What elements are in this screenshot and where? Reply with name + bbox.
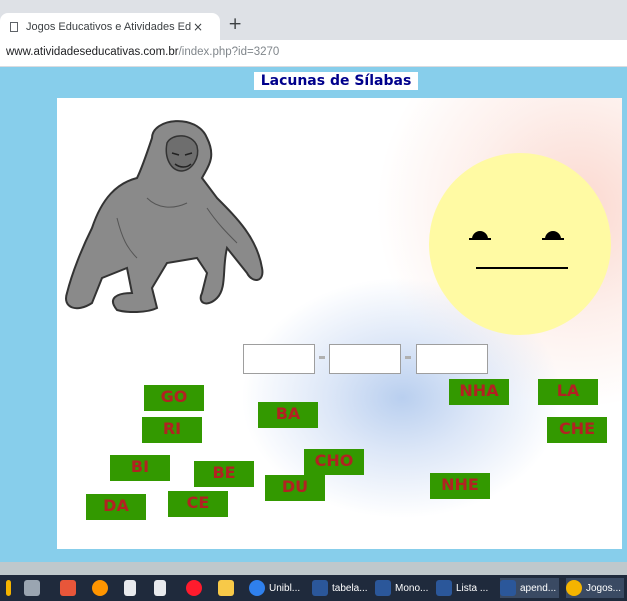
folder-icon bbox=[218, 580, 234, 596]
taskbar-app-icon[interactable] bbox=[218, 578, 234, 598]
slot-separator-1 bbox=[319, 356, 325, 359]
taskbar-app-icon[interactable] bbox=[92, 578, 108, 598]
right-eye-icon bbox=[542, 231, 564, 240]
game-title: Lacunas de Sílabas bbox=[254, 72, 418, 90]
syllable-tile-che[interactable]: CHE bbox=[547, 417, 607, 443]
page-content: Lacunas de Sílabas GO RI BI DA BE CE BA … bbox=[0, 67, 627, 575]
syllable-tile-go[interactable]: GO bbox=[144, 385, 204, 411]
word-icon bbox=[500, 580, 516, 596]
page-bottom-band bbox=[0, 562, 627, 575]
taskbar-item-jogos[interactable]: Jogos... bbox=[566, 578, 625, 598]
syllable-tile-du[interactable]: DU bbox=[265, 475, 325, 501]
browser-tab-bar: Jogos Educativos e Atividades Ed × + bbox=[0, 0, 627, 40]
sun-mouth bbox=[476, 267, 568, 269]
taskbar-label: Mono... bbox=[395, 582, 429, 594]
word-icon bbox=[436, 580, 452, 596]
slot-separator-2 bbox=[405, 356, 411, 359]
taskbar-item-unibl[interactable]: Unibl... bbox=[249, 578, 300, 598]
taskbar-item-lista[interactable]: Lista ... bbox=[436, 578, 488, 598]
address-bar[interactable]: www.atividadeseducativas.com.br/index.ph… bbox=[0, 40, 627, 67]
taskbar-label: apend... bbox=[520, 582, 557, 594]
url-path: /index.php?id=3270 bbox=[178, 46, 280, 58]
taskbar-label: tabela... bbox=[332, 582, 368, 594]
word-icon bbox=[375, 580, 391, 596]
word-icon bbox=[312, 580, 328, 596]
url-host: www.atividadeseducativas.com.br bbox=[6, 46, 179, 58]
syllable-tile-bi[interactable]: BI bbox=[110, 455, 170, 481]
taskbar-item-tabela[interactable]: tabela... bbox=[312, 578, 368, 598]
taskbar-label: Jogos... bbox=[586, 582, 622, 594]
syllable-tile-da[interactable]: DA bbox=[86, 494, 146, 520]
page-icon bbox=[10, 21, 18, 32]
sun-face-image bbox=[429, 153, 611, 335]
chrome-icon bbox=[566, 580, 582, 596]
syllable-tile-ri[interactable]: RI bbox=[142, 417, 202, 443]
syllable-tile-be[interactable]: BE bbox=[194, 461, 254, 487]
tab-title: Jogos Educativos e Atividades Ed bbox=[26, 20, 191, 33]
syllable-tile-nha[interactable]: NHA bbox=[449, 379, 509, 405]
opera-icon bbox=[186, 580, 202, 596]
syllable-tile-nhe[interactable]: NHE bbox=[430, 473, 490, 499]
document-icon bbox=[124, 580, 136, 596]
syllable-tile-la[interactable]: LA bbox=[538, 379, 598, 405]
antivirus-icon bbox=[60, 580, 76, 596]
new-tab-button[interactable]: + bbox=[228, 14, 242, 34]
taskbar-app-icon[interactable] bbox=[24, 578, 40, 598]
taskbar-app-icon[interactable] bbox=[60, 578, 76, 598]
browser-icon bbox=[249, 580, 265, 596]
taskbar-app-icon[interactable] bbox=[154, 578, 166, 598]
syllable-tile-cho[interactable]: CHO bbox=[304, 449, 364, 475]
url-text[interactable]: www.atividadeseducativas.com.br/index.ph… bbox=[6, 46, 279, 58]
taskbar-label: Unibl... bbox=[269, 582, 301, 594]
taskbar-app-icon[interactable] bbox=[6, 578, 11, 598]
document-icon bbox=[154, 580, 166, 596]
taskbar-label: Lista ... bbox=[456, 582, 489, 594]
os-taskbar: Unibl... tabela... Mono... Lista ... ape… bbox=[0, 575, 627, 601]
firefox-icon bbox=[92, 580, 108, 596]
taskbar-item-apend[interactable]: apend... bbox=[500, 578, 560, 598]
app-icon bbox=[6, 580, 11, 596]
gorilla-image bbox=[57, 98, 267, 320]
tab-close-icon[interactable]: × bbox=[193, 20, 203, 34]
left-eye-icon bbox=[469, 231, 491, 240]
browser-tab[interactable]: Jogos Educativos e Atividades Ed × bbox=[0, 13, 220, 40]
printer-icon bbox=[24, 580, 40, 596]
syllable-tile-ce[interactable]: CE bbox=[168, 491, 228, 517]
game-stage: GO RI BI DA BE CE BA CHO DU NHA LA CHE N… bbox=[57, 98, 622, 549]
answer-slot-1[interactable] bbox=[243, 344, 315, 374]
syllable-tile-ba[interactable]: BA bbox=[258, 402, 318, 428]
answer-slot-3[interactable] bbox=[416, 344, 488, 374]
taskbar-item-mono[interactable]: Mono... bbox=[375, 578, 428, 598]
answer-slot-2[interactable] bbox=[329, 344, 401, 374]
taskbar-app-icon[interactable] bbox=[124, 578, 136, 598]
taskbar-app-icon[interactable] bbox=[186, 578, 202, 598]
